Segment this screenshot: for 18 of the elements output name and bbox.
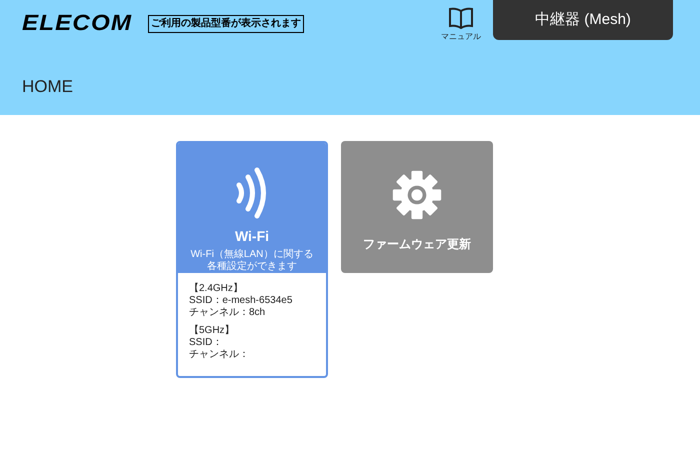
- card-title: ファームウェア更新: [363, 236, 471, 253]
- wifi-card[interactable]: Wi-Fi Wi-Fi（無線LAN）に関する 各種設定ができます 【2.4GHz】 SSID：e-mesh-6534e5 チャンネル：8ch 【5GHz】 SSID： チャンネル：: [176, 141, 328, 378]
- brand-logo: ELECOM: [22, 12, 132, 34]
- wifi-signal-icon: [235, 167, 269, 219]
- band-heading: 【2.4GHz】: [189, 283, 244, 295]
- model-label: ご利用の製品型番が表示されます: [148, 15, 304, 33]
- band-info: SSID：: [189, 337, 224, 349]
- card-description: Wi-Fi（無線LAN）に関する: [190, 249, 314, 260]
- band-info: SSID：e-mesh-6534e5: [189, 295, 294, 307]
- book-icon: [448, 7, 474, 29]
- card-description: 各種設定ができます: [207, 261, 297, 273]
- band-heading: 【5GHz】: [189, 325, 236, 337]
- gear-icon: [391, 169, 443, 221]
- page-title: HOME: [22, 78, 74, 95]
- band-info: チャンネル：: [189, 349, 250, 361]
- manual-button[interactable]: マニュアル: [441, 7, 481, 43]
- card-title: Wi-Fi: [234, 229, 270, 243]
- band-info: チャンネル：8ch: [189, 307, 266, 319]
